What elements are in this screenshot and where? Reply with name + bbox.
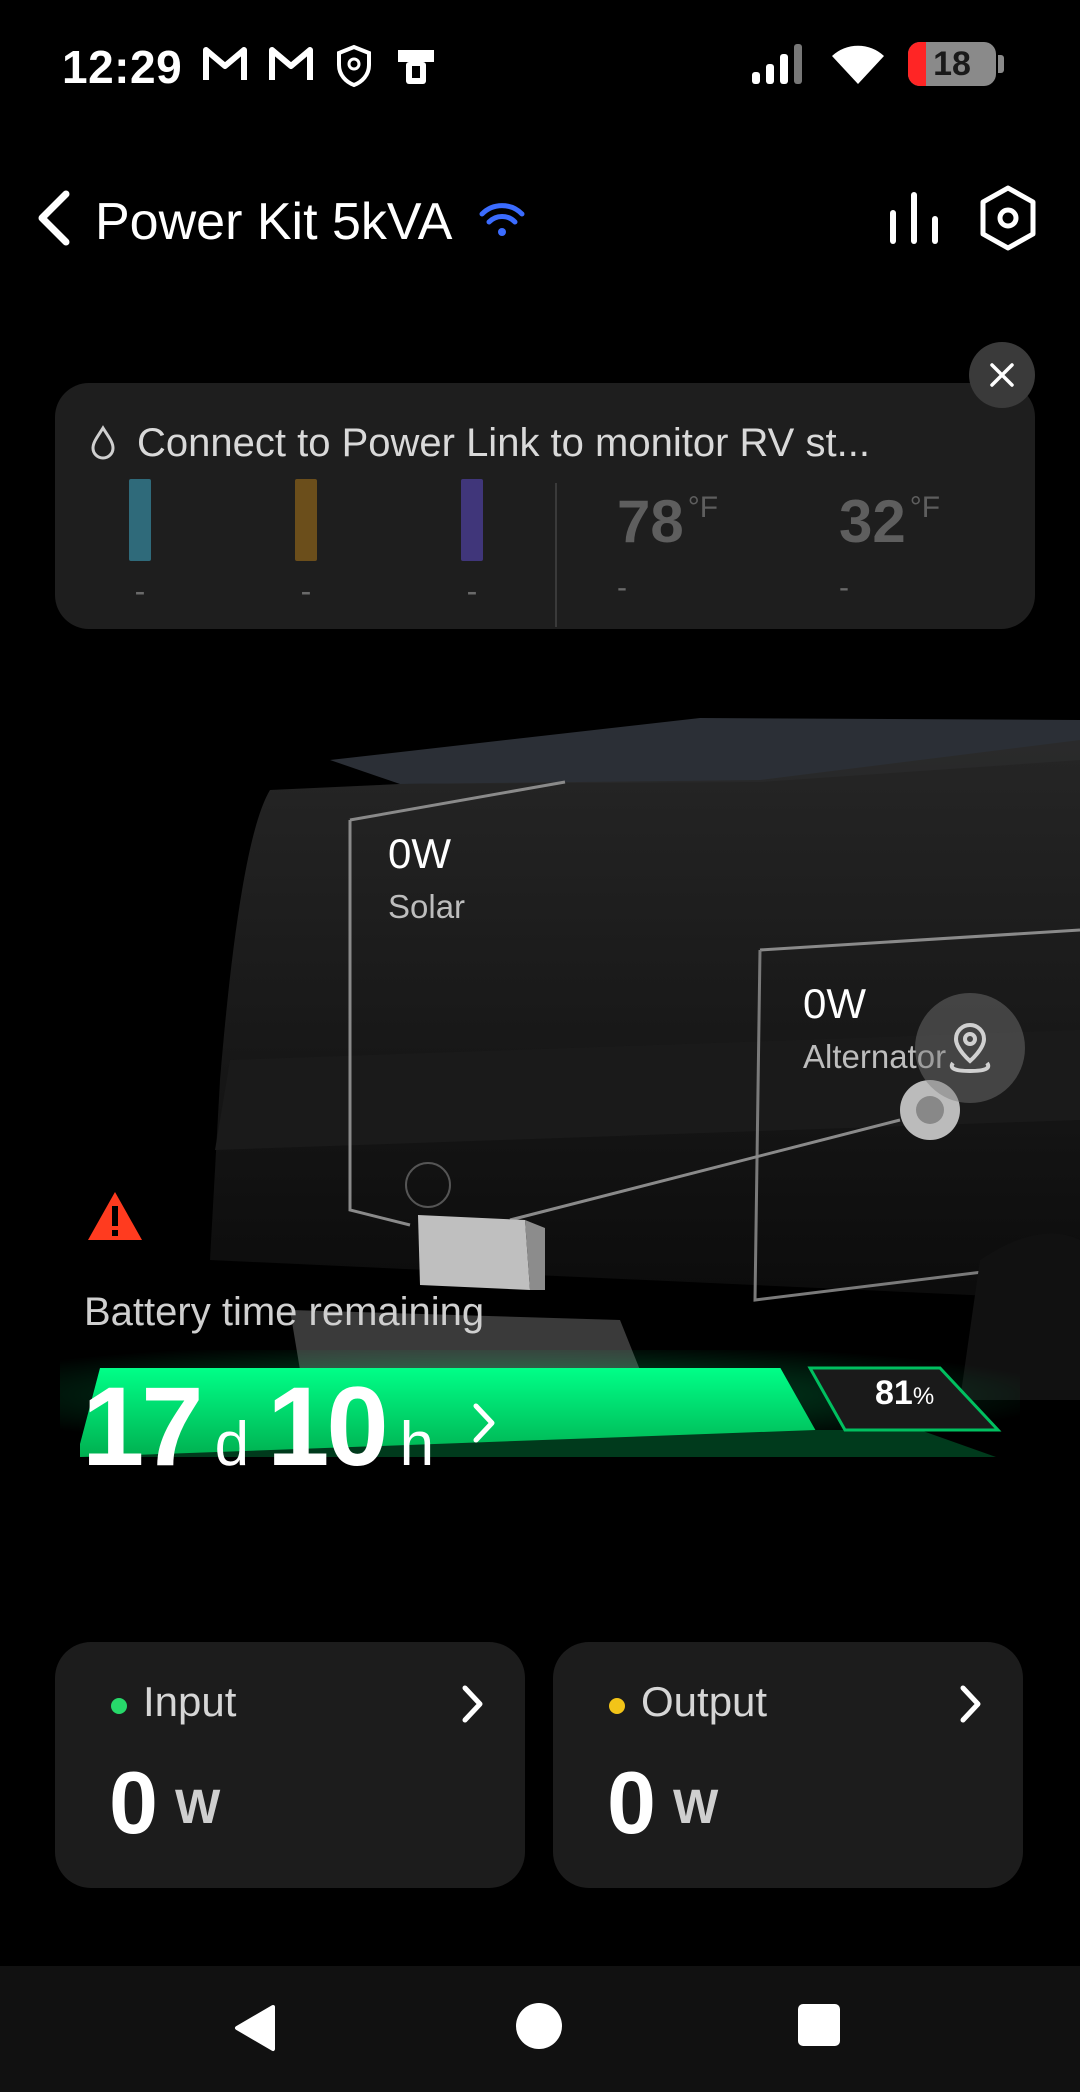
status-bar: 12:29 18 — [0, 0, 1080, 130]
tank-value: - — [134, 573, 146, 609]
input-card[interactable]: Input 0 W — [55, 1642, 525, 1888]
temperature-reading: 78 °F — [617, 488, 719, 555]
system-nav-bar — [0, 1966, 1080, 2092]
nav-home-icon[interactable] — [516, 2003, 562, 2049]
solar-source: 0W Solar — [388, 830, 465, 926]
system-icons: 18 — [750, 42, 1004, 86]
input-label: Input — [143, 1678, 237, 1725]
page-title: Power Kit 5kVA — [95, 193, 453, 251]
input-status-dot — [111, 1698, 127, 1714]
temperature-sub: - — [839, 571, 849, 604]
output-card[interactable]: Output 0 W — [553, 1642, 1023, 1888]
map-pin-icon — [949, 1022, 991, 1074]
close-notice-button[interactable] — [969, 342, 1035, 408]
output-status-dot — [609, 1698, 625, 1714]
tank-value: - — [466, 573, 478, 609]
van-illustration — [60, 718, 1080, 1457]
notice-message: Connect to Power Link to monitor RV st..… — [137, 421, 870, 465]
wifi-icon — [479, 203, 525, 236]
runtime-hours: 10 — [267, 1364, 389, 1489]
chevron-right-icon[interactable] — [470, 1400, 500, 1446]
status-time: 12:29 — [62, 41, 183, 93]
temperature-reading: 32 °F — [839, 488, 941, 555]
solar-watts: 0W — [388, 830, 451, 877]
notification-icons — [202, 44, 438, 88]
rv-monitor-notice: Connect to Power Link to monitor RV st..… — [55, 383, 1035, 629]
stats-icon[interactable] — [884, 186, 944, 250]
tank-level-bar — [461, 479, 483, 561]
chevron-right-icon — [462, 1685, 483, 1723]
runtime-hours-unit: h — [399, 1410, 435, 1479]
chevron-right-icon — [960, 1685, 981, 1723]
gmail-icon — [269, 47, 313, 80]
wifi-icon — [832, 45, 884, 84]
battery-runtime[interactable]: 17 d 10 h — [82, 1362, 452, 1491]
settings-icon[interactable] — [976, 184, 1040, 252]
tank-level-bar — [129, 479, 151, 561]
temperature-sub: - — [617, 571, 627, 604]
signal-icon — [752, 44, 802, 84]
battery-percent: 81% — [875, 1374, 935, 1412]
water-drop-icon — [91, 425, 115, 460]
battery-time-caption: Battery time remaining — [84, 1290, 485, 1334]
location-button[interactable] — [915, 993, 1025, 1103]
input-value: 0 — [109, 1753, 158, 1852]
tank-value: - — [300, 573, 312, 609]
nav-recents-icon[interactable] — [798, 2004, 840, 2046]
divider — [555, 483, 557, 627]
output-value: 0 — [607, 1753, 656, 1852]
tank-level-bar — [295, 479, 317, 561]
output-label: Output — [641, 1678, 768, 1725]
solar-label: Solar — [388, 888, 466, 925]
shield-icon — [337, 44, 371, 88]
output-unit: W — [673, 1781, 719, 1834]
gmail-icon — [203, 47, 247, 80]
runtime-days: 17 — [82, 1364, 204, 1489]
warning-icon — [88, 1192, 142, 1240]
back-arrow-icon[interactable] — [28, 186, 80, 250]
battery-icon: 18 — [908, 42, 1004, 86]
device-icon — [398, 50, 434, 84]
nav-back-icon[interactable] — [233, 2003, 277, 2053]
app-header: Power Kit 5kVA — [0, 170, 1080, 270]
input-unit: W — [175, 1781, 221, 1834]
close-icon — [990, 363, 1014, 387]
battery-level: 18 — [933, 44, 971, 83]
runtime-days-unit: d — [214, 1410, 250, 1479]
